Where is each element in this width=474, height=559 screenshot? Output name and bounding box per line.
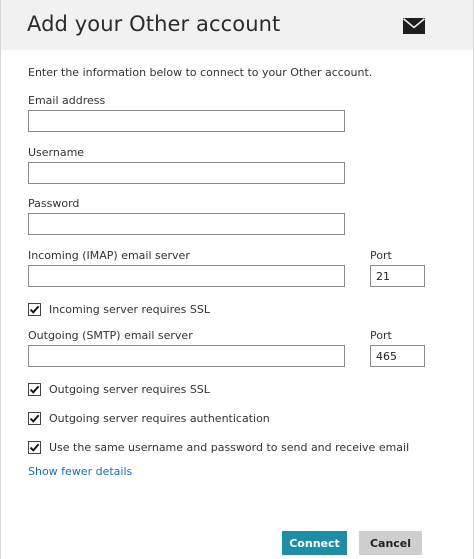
incoming-server-label: Incoming (IMAP) email server [28,249,190,262]
same-credentials-row[interactable]: Use the same username and password to se… [28,438,409,456]
connect-button[interactable]: Connect [282,531,347,555]
incoming-ssl-label: Incoming server requires SSL [49,302,210,316]
outgoing-ssl-row[interactable]: Outgoing server requires SSL [28,380,210,398]
email-field[interactable] [28,110,345,132]
dialog-header: Add your Other account [1,0,473,50]
username-field[interactable] [28,162,345,184]
same-credentials-checkbox[interactable] [28,440,41,454]
checkmark-icon [29,414,40,423]
incoming-ssl-checkbox[interactable] [28,302,41,316]
outgoing-port-field[interactable] [370,345,425,367]
outgoing-auth-checkbox[interactable] [28,411,41,425]
checkmark-icon [29,385,40,394]
incoming-port-label: Port [370,249,392,262]
incoming-server-field[interactable] [28,265,345,287]
outgoing-ssl-checkbox[interactable] [28,382,41,396]
account-dialog: Add your Other account Enter the informa… [0,0,474,559]
incoming-port-field[interactable] [370,265,425,287]
outgoing-auth-row[interactable]: Outgoing server requires authentication [28,409,270,427]
outgoing-server-label: Outgoing (SMTP) email server [28,329,193,342]
cancel-button[interactable]: Cancel [359,531,422,555]
outgoing-auth-label: Outgoing server requires authentication [49,411,270,425]
show-fewer-details-link[interactable]: Show fewer details [28,465,132,478]
intro-text: Enter the information below to connect t… [28,66,373,79]
outgoing-server-field[interactable] [28,345,345,367]
username-label: Username [28,146,85,159]
email-label: Email address [28,94,106,107]
password-label: Password [28,197,80,210]
outgoing-port-label: Port [370,329,392,342]
incoming-ssl-row[interactable]: Incoming server requires SSL [28,300,210,318]
mail-icon [403,18,425,34]
password-field[interactable] [28,213,345,235]
checkmark-icon [29,443,40,452]
outgoing-ssl-label: Outgoing server requires SSL [49,382,210,396]
page-title: Add your Other account [27,12,281,36]
checkmark-icon [29,305,40,314]
same-credentials-label: Use the same username and password to se… [49,440,410,454]
